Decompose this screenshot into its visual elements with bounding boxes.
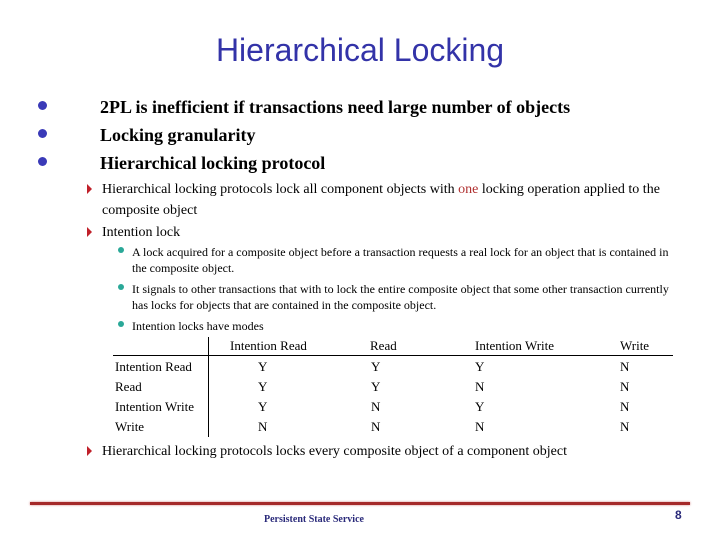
table-cell: Y [258,379,268,394]
table-cell: Y [371,379,381,394]
table-cell: N [475,419,485,434]
table-cell: N [620,379,630,394]
slide-title: Hierarchical Locking [215,32,505,68]
table-cell: Y [475,399,485,414]
teal-dot-icon [118,284,124,290]
table-cell: N [371,419,381,434]
triangle-bullet-icon [87,227,92,237]
teal-dot-icon [118,321,124,327]
triangle-bullet-icon [87,446,92,456]
table-cell: Y [475,359,485,374]
footer-text: Persistent State Service [264,514,364,525]
table-header-rule [113,355,673,356]
table-cell: N [620,359,630,374]
bullet-dot-icon [38,129,47,138]
footer-rule [30,502,690,505]
page-number: 8 [675,508,682,522]
text-segment: Hierarchical locking protocols lock all … [102,182,459,197]
table-cell: N [620,419,630,434]
column-header: Intention Write [475,338,555,353]
bullet-dot-icon [38,157,47,166]
table-cell: N [475,379,485,394]
bullet-text: Hierarchical locking protocol [100,153,326,173]
table-cell: Y [371,359,381,374]
intention-point-text: Intention locks have modes [132,319,264,333]
row-header: Read [115,379,142,394]
table-cell: N [258,419,268,434]
sub-bullet-text: Intention lock [102,225,181,240]
sub-bullet-text: Hierarchical locking protocols locks eve… [102,444,567,459]
column-header: Write [620,338,650,353]
intention-point-text: A lock acquired for a composite object b… [132,245,669,275]
table-column-rule [208,337,209,437]
column-header: Read [370,338,397,353]
row-header: Write [115,419,145,434]
column-header: Intention Read [230,338,307,353]
triangle-bullet-icon [87,184,92,194]
highlight-word: one [458,182,479,197]
table-cell: Y [258,359,268,374]
table-cell: N [371,399,381,414]
table-cell: N [620,399,630,414]
bullet-text: Locking granularity [100,125,256,145]
row-header: Intention Write [115,399,195,414]
teal-dot-icon [118,247,124,253]
bullet-dot-icon [38,101,47,110]
bullet-text: 2PL is inefficient if transactions need … [100,97,571,117]
row-header: Intention Read [115,359,192,374]
sub-bullet-text: Hierarchical locking protocols lock all … [102,179,662,221]
intention-point-text: It signals to other transactions that wi… [132,282,669,312]
table-cell: Y [258,399,268,414]
